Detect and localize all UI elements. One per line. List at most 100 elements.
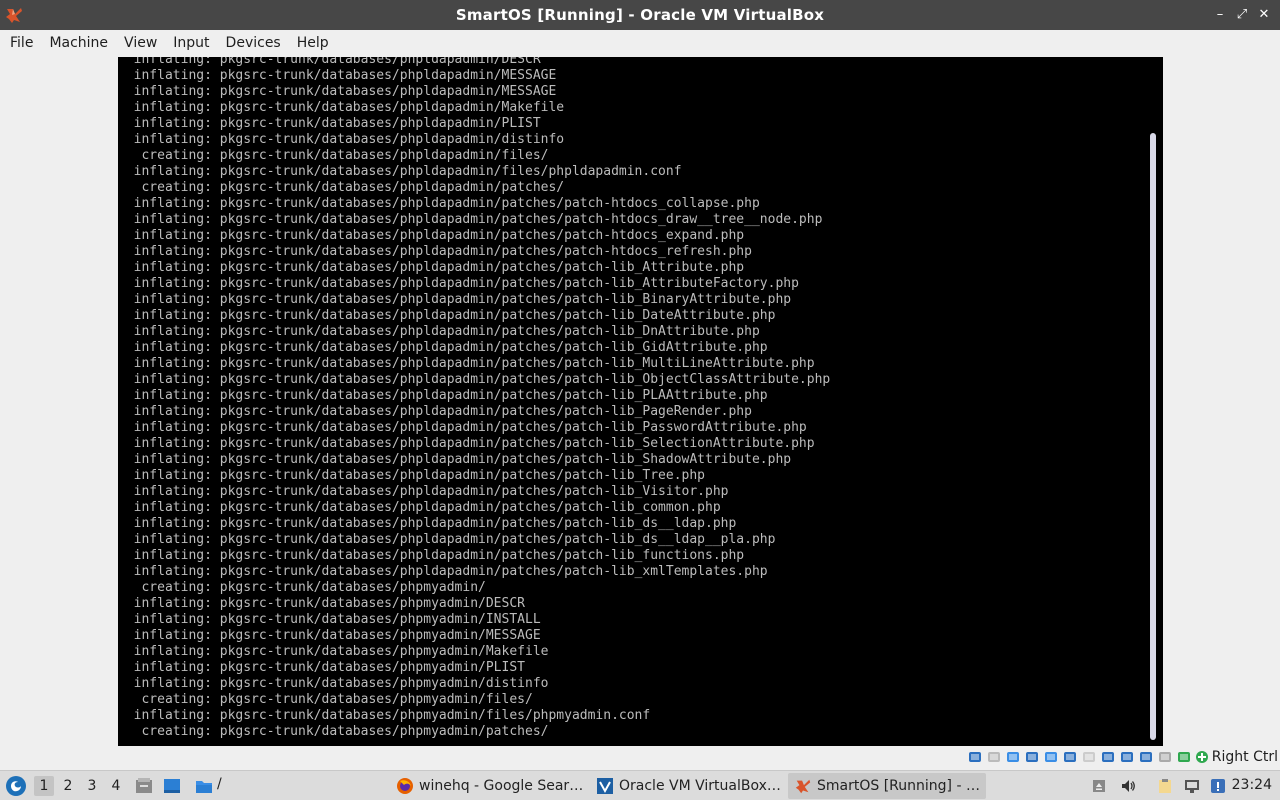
console-line: inflating: pkgsrc-trunk/databases/phplda… [118,404,752,419]
console-scrollbar[interactable] [1150,133,1156,740]
shared-folders-icon[interactable] [1062,749,1078,765]
console-line: inflating: pkgsrc-trunk/databases/phplda… [118,356,815,371]
console-line: creating: pkgsrc-trunk/databases/phpmyad… [118,580,486,595]
vm-status-bar: Right Ctrl [0,746,1280,770]
clipboard-icon[interactable] [1155,776,1175,796]
console-line: inflating: pkgsrc-trunk/databases/phpmya… [118,708,651,723]
console-line: inflating: pkgsrc-trunk/databases/phplda… [118,196,760,211]
console-line: inflating: pkgsrc-trunk/databases/phplda… [118,308,776,323]
notification-icon[interactable] [1208,776,1228,796]
console-line: inflating: pkgsrc-trunk/databases/phplda… [118,260,745,275]
console-line: inflating: pkgsrc-trunk/databases/phplda… [118,516,737,531]
console-line: inflating: pkgsrc-trunk/databases/phplda… [118,84,557,99]
menu-help[interactable]: Help [289,30,337,57]
vm-console[interactable]: inflating: pkgsrc-trunk/databases/phplda… [118,57,1163,746]
mouse-integration-icon[interactable] [1157,749,1173,765]
task-smartos-vm-label: SmartOS [Running] - … [817,778,980,794]
console-line: inflating: pkgsrc-trunk/databases/phpmya… [118,596,525,611]
console-line: inflating: pkgsrc-trunk/databases/phplda… [118,132,565,147]
close-button[interactable]: ✕ [1256,6,1272,24]
console-line: inflating: pkgsrc-trunk/databases/phplda… [118,276,799,291]
virtualbox-manager-icon [597,778,613,794]
network-icon[interactable] [1024,749,1040,765]
usb-icon[interactable] [1043,749,1059,765]
display-icon[interactable] [1081,749,1097,765]
workspace-1[interactable]: 1 [34,776,54,796]
menu-file[interactable]: File [2,30,41,57]
console-line: creating: pkgsrc-trunk/databases/phpldap… [118,148,549,163]
keyboard-icon[interactable] [1176,749,1192,765]
host-key-icon [1195,751,1208,763]
console-line: inflating: pkgsrc-trunk/databases/phplda… [118,57,541,67]
console-line: inflating: pkgsrc-trunk/databases/phplda… [118,452,792,467]
virtualbox-vm-icon [795,779,811,794]
console-line: creating: pkgsrc-trunk/databases/phpmyad… [118,692,533,707]
console-line: inflating: pkgsrc-trunk/databases/phplda… [118,292,792,307]
vm-display-area: inflating: pkgsrc-trunk/databases/phplda… [0,57,1280,746]
console-line: inflating: pkgsrc-trunk/databases/phplda… [118,420,807,435]
host-key-label: Right Ctrl [1211,749,1278,765]
recording-icon[interactable] [1138,749,1154,765]
workspace-3[interactable]: 3 [82,776,102,796]
console-line: inflating: pkgsrc-trunk/databases/phpmya… [118,644,549,659]
file-manager-icon[interactable] [135,777,153,795]
window-titlebar: SmartOS [Running] - Oracle VM VirtualBox… [0,0,1280,30]
console-line: creating: pkgsrc-trunk/databases/phpmyad… [118,724,549,739]
network-tray-icon[interactable] [1182,776,1202,796]
console-line: inflating: pkgsrc-trunk/databases/phplda… [118,324,760,339]
window-controls: – ⤢ ✕ [1212,6,1272,24]
menu-bar: File Machine View Input Devices Help [0,30,1280,57]
console-output: inflating: pkgsrc-trunk/databases/phplda… [118,57,1148,740]
menu-devices[interactable]: Devices [218,30,289,57]
console-line: inflating: pkgsrc-trunk/databases/phplda… [118,100,565,115]
console-line: inflating: pkgsrc-trunk/databases/phplda… [118,340,768,355]
console-line: inflating: pkgsrc-trunk/databases/phplda… [118,468,705,483]
menu-input[interactable]: Input [165,30,217,57]
console-line: inflating: pkgsrc-trunk/databases/phplda… [118,116,541,131]
host-key-indicator[interactable]: Right Ctrl [1195,749,1278,765]
hard-disk-icon[interactable] [967,749,983,765]
cpu-icon[interactable] [1119,749,1135,765]
console-line: inflating: pkgsrc-trunk/databases/phplda… [118,484,729,499]
taskbar: 1 2 3 4 / winehq - Google Sear… Oracle V… [0,770,1280,800]
minimize-button[interactable]: – [1212,6,1228,24]
folder-icon[interactable] [195,777,213,795]
clock: 23:24 [1231,777,1272,793]
console-line: inflating: pkgsrc-trunk/databases/phplda… [118,500,721,515]
workspace-4[interactable]: 4 [106,776,126,796]
firefox-icon [397,778,413,794]
console-line: inflating: pkgsrc-trunk/databases/phplda… [118,228,745,243]
workspace-2[interactable]: 2 [58,776,78,796]
window-title: SmartOS [Running] - Oracle VM VirtualBox [455,6,825,24]
menu-machine[interactable]: Machine [41,30,116,57]
task-firefox-label: winehq - Google Sear… [419,778,584,794]
console-line: inflating: pkgsrc-trunk/databases/phplda… [118,548,745,563]
maximize-button[interactable]: ⤢ [1234,6,1250,24]
task-firefox[interactable]: winehq - Google Sear… [390,773,589,799]
video-capture-icon[interactable] [1100,749,1116,765]
console-line: inflating: pkgsrc-trunk/databases/phplda… [118,532,776,547]
console-line: inflating: pkgsrc-trunk/databases/phpmya… [118,612,541,627]
console-line: inflating: pkgsrc-trunk/databases/phplda… [118,68,557,83]
task-virtualbox-manager[interactable]: Oracle VM VirtualBox… [590,773,787,799]
task-smartos-vm[interactable]: SmartOS [Running] - … [788,773,986,799]
console-line: inflating: pkgsrc-trunk/databases/phpmya… [118,628,541,643]
task-virtualbox-manager-label: Oracle VM VirtualBox… [619,778,781,794]
console-line: inflating: pkgsrc-trunk/databases/phplda… [118,564,768,579]
menu-view[interactable]: View [116,30,165,57]
console-line: creating: pkgsrc-trunk/databases/phpldap… [118,180,565,195]
console-line: inflating: pkgsrc-trunk/databases/phplda… [118,372,831,387]
desktop-icon[interactable] [163,777,181,795]
optical-drive-icon[interactable] [986,749,1002,765]
console-line: inflating: pkgsrc-trunk/databases/phplda… [118,244,752,259]
tray-eject-icon[interactable] [1089,776,1109,796]
quicklaunch-path: / [217,776,222,792]
start-menu-icon[interactable] [5,775,27,797]
volume-icon[interactable] [1118,776,1138,796]
console-line: inflating: pkgsrc-trunk/databases/phplda… [118,212,823,227]
status-icons [967,749,1192,765]
audio-icon[interactable] [1005,749,1021,765]
console-line: inflating: pkgsrc-trunk/databases/phpmya… [118,676,549,691]
console-line: inflating: pkgsrc-trunk/databases/phplda… [118,164,682,179]
console-line: inflating: pkgsrc-trunk/databases/phpmya… [118,660,525,675]
